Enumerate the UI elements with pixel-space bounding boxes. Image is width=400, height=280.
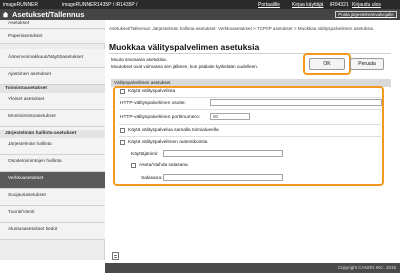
set-password-checkbox[interactable] (131, 163, 136, 168)
sidebar-item-init[interactable]: Alustusasetukset tiedot (0, 223, 105, 240)
home-icon[interactable] (2, 11, 9, 18)
mail-admin-button[interactable]: Posta järjestelmänvalvojalle (335, 11, 397, 18)
sidebar-item-security[interactable]: Suojausasetukset (0, 189, 105, 206)
sidebar-item-address-management[interactable]: Osoitetoimintojen hallinta (0, 155, 105, 172)
proxy-address-label: HTTP-välityspalvelimen osoite: (120, 101, 186, 106)
page-icon (112, 252, 119, 260)
top-bar: imageRUNNER imageRUNNER1435P / iR1435P /… (0, 0, 400, 9)
page-title: Muokkaa välityspalvelimen asetuksia (109, 42, 260, 52)
sidebar-item-import-export[interactable]: Tuonti/Vienti (0, 206, 105, 223)
device-name: imageRUNNER1435P / iR1435P / (62, 2, 138, 8)
proxy-port-input[interactable]: 80 (210, 113, 250, 120)
sidebar: Asetukset Paperiasetukset Äänenvoimakkuu… (0, 20, 105, 260)
separator (119, 109, 381, 110)
logout-link[interactable]: Kirjaudu ulos (352, 2, 381, 8)
sidebar-heading-system: Järjestelmän hallinta-asetukset (0, 130, 105, 138)
set-password-label: Aseta/Vaihda salasana (139, 163, 188, 168)
proxy-port-label: HTTP-välityspalvelimen porttinumero: (120, 115, 200, 120)
same-domain-checkbox[interactable] (120, 128, 125, 133)
ok-button[interactable]: OK (309, 58, 345, 70)
page-header-title: Asetukset/Tallennus (12, 10, 85, 19)
username-label: Käyttäjänimi: (131, 152, 159, 157)
use-auth-checkbox[interactable] (120, 140, 125, 145)
sidebar-item-timer[interactable]: Ajastimen asetukset (0, 68, 105, 85)
separator (119, 124, 381, 125)
product-name: imageRUNNER (3, 2, 39, 8)
cancel-button[interactable]: Peruuta (350, 58, 384, 70)
instructions-line-2: Muutokset ovat voimassa sen jälkeen, kun… (111, 63, 259, 69)
sidebar-heading-functions: Toimintoasetukset (0, 85, 105, 93)
separator (119, 97, 381, 98)
app-window: imageRUNNER imageRUNNER1435P / iR1435P /… (0, 0, 400, 280)
use-auth-label: Käytä välityspalvelimen autentikointia (128, 140, 208, 145)
title-bar: Asetukset/Tallennus Posta järjestelmänva… (0, 9, 400, 20)
sidebar-item-general[interactable]: Yleiset asetukset (0, 93, 105, 110)
same-domain-label: Käytä välityspalvelua samalla toimialuee… (128, 128, 219, 133)
separator (119, 136, 381, 137)
sidebar-item-system-management[interactable]: Järjestelmän hallinta (0, 138, 105, 155)
sidebar-item-paper[interactable]: Paperiasetukset (0, 30, 105, 44)
use-proxy-checkbox[interactable] (120, 89, 125, 94)
username-input[interactable] (163, 150, 283, 157)
logout-user-link[interactable]: Kirjaa käyttäjä (292, 2, 323, 8)
sidebar-item-multifunction[interactable]: Monitoimintoasetukset (0, 110, 105, 127)
portal-link[interactable]: Portaalille (258, 2, 280, 8)
password-input[interactable] (163, 174, 283, 181)
password-label: Salasana: (141, 176, 163, 181)
copyright: Copyright CANON INC. 2015 (337, 265, 396, 270)
footer: Copyright CANON INC. 2015 (105, 263, 400, 273)
proxy-address-input[interactable] (210, 99, 382, 106)
breadcrumb: Asetukset/Tallennus: Järjestelmän hallin… (109, 26, 374, 31)
user-id: iR04321 (330, 2, 349, 8)
sidebar-item-settings[interactable]: Asetukset (0, 20, 105, 29)
instructions: Muuta seuraavia asetuksia. Muutokset ova… (111, 57, 258, 70)
use-proxy-label: Käytä välityspalvelinta (128, 89, 176, 94)
sidebar-item-network[interactable]: Verkkoasetukset (0, 172, 105, 189)
sidebar-item-volume-display[interactable]: Äänenvoimakkuus/Näyttöasetukset (0, 49, 105, 68)
